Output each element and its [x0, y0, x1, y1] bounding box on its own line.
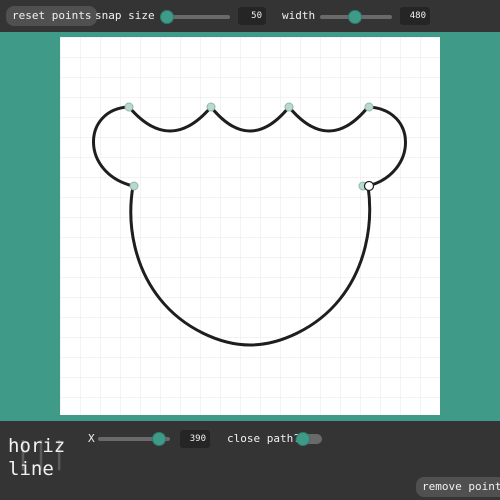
control-point[interactable] — [284, 102, 294, 112]
canvas-svg[interactable] — [60, 37, 440, 415]
reset-points-button[interactable]: reset points — [6, 6, 98, 26]
close-path-label: close path? — [227, 432, 300, 445]
close-path-toggle-knob[interactable] — [296, 432, 310, 446]
remove-point-button[interactable]: remove point — [416, 477, 500, 497]
x-value[interactable]: 390 — [180, 430, 210, 448]
snap-size-slider-thumb[interactable] — [160, 10, 174, 24]
width-slider-thumb[interactable] — [348, 10, 362, 24]
snap-size-label: snap size — [95, 9, 155, 22]
control-point[interactable] — [364, 102, 374, 112]
mode-label: horiz line — [8, 435, 66, 480]
width-label: width — [282, 9, 316, 22]
width-value[interactable]: 480 — [400, 7, 430, 25]
x-slider-thumb[interactable] — [152, 432, 166, 446]
bottom-panel: ||| horiz line X 390 close path? remove … — [0, 421, 500, 500]
grid — [60, 37, 440, 415]
top-toolbar: reset points snap size 50 width 480 — [0, 0, 500, 32]
drawing-canvas[interactable] — [60, 37, 440, 415]
selected-control-point[interactable] — [363, 180, 375, 192]
snap-size-value[interactable]: 50 — [238, 7, 266, 25]
control-point[interactable] — [124, 102, 134, 112]
x-label: X — [88, 432, 95, 445]
control-point[interactable] — [129, 181, 139, 191]
control-point[interactable] — [206, 102, 216, 112]
